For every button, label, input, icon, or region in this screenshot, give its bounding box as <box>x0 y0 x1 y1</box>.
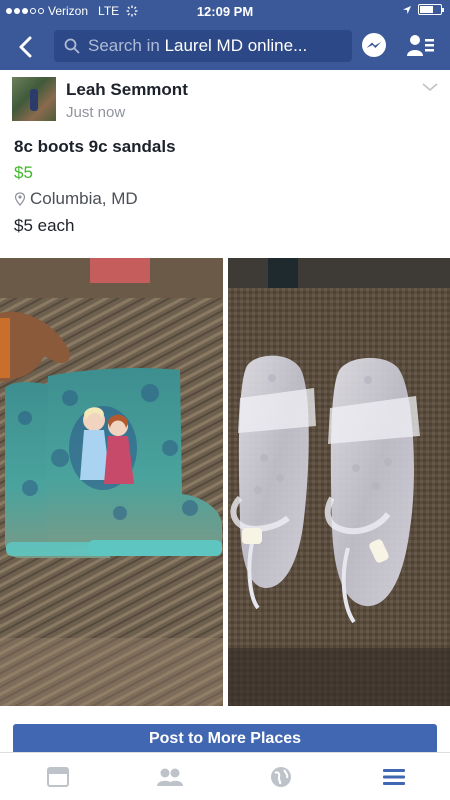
back-arrow-icon[interactable] <box>14 34 40 60</box>
post-timestamp[interactable]: Just now <box>66 104 125 121</box>
listing-title: 8c boots 9c sandals <box>14 137 176 156</box>
menu-icon[interactable] <box>381 765 407 789</box>
search-icon <box>64 38 80 54</box>
status-time: 12:09 PM <box>196 4 254 19</box>
sandals-photo[interactable] <box>228 258 450 706</box>
news-feed-icon[interactable] <box>45 765 71 789</box>
bottom-tab-bar <box>0 752 450 800</box>
messenger-icon[interactable] <box>360 32 388 60</box>
navigation-bar: Search in Laurel MD online... <box>0 28 450 64</box>
avatar[interactable] <box>12 77 56 121</box>
listing-location: Columbia, MD <box>14 189 138 209</box>
status-bar: Verizon LTE 12:09 PM <box>0 0 450 22</box>
location-pin-icon <box>14 192 26 206</box>
groups-icon[interactable] <box>156 765 184 789</box>
battery-icon <box>418 4 444 15</box>
boots-photo[interactable] <box>0 258 223 706</box>
search-placeholder: Search in <box>88 36 160 55</box>
location-arrow-icon <box>403 5 411 14</box>
listing-price: $5 <box>14 163 33 182</box>
notifications-globe-icon[interactable] <box>268 765 294 789</box>
post-header: Leah Semmont Just now <box>0 70 450 130</box>
app-header: Verizon LTE 12:09 PM Search in Laurel MD… <box>0 0 450 70</box>
listing-description: $5 each <box>14 216 75 235</box>
location-text: Columbia, MD <box>30 189 138 208</box>
post-to-more-places-button[interactable]: Post to More Places <box>13 724 437 754</box>
search-query: Laurel MD online... <box>164 36 308 55</box>
friend-requests-icon[interactable] <box>406 32 436 60</box>
search-input[interactable]: Search in Laurel MD online... <box>54 30 352 62</box>
chevron-down-icon[interactable] <box>421 82 439 92</box>
author-name[interactable]: Leah Semmont <box>66 80 188 100</box>
